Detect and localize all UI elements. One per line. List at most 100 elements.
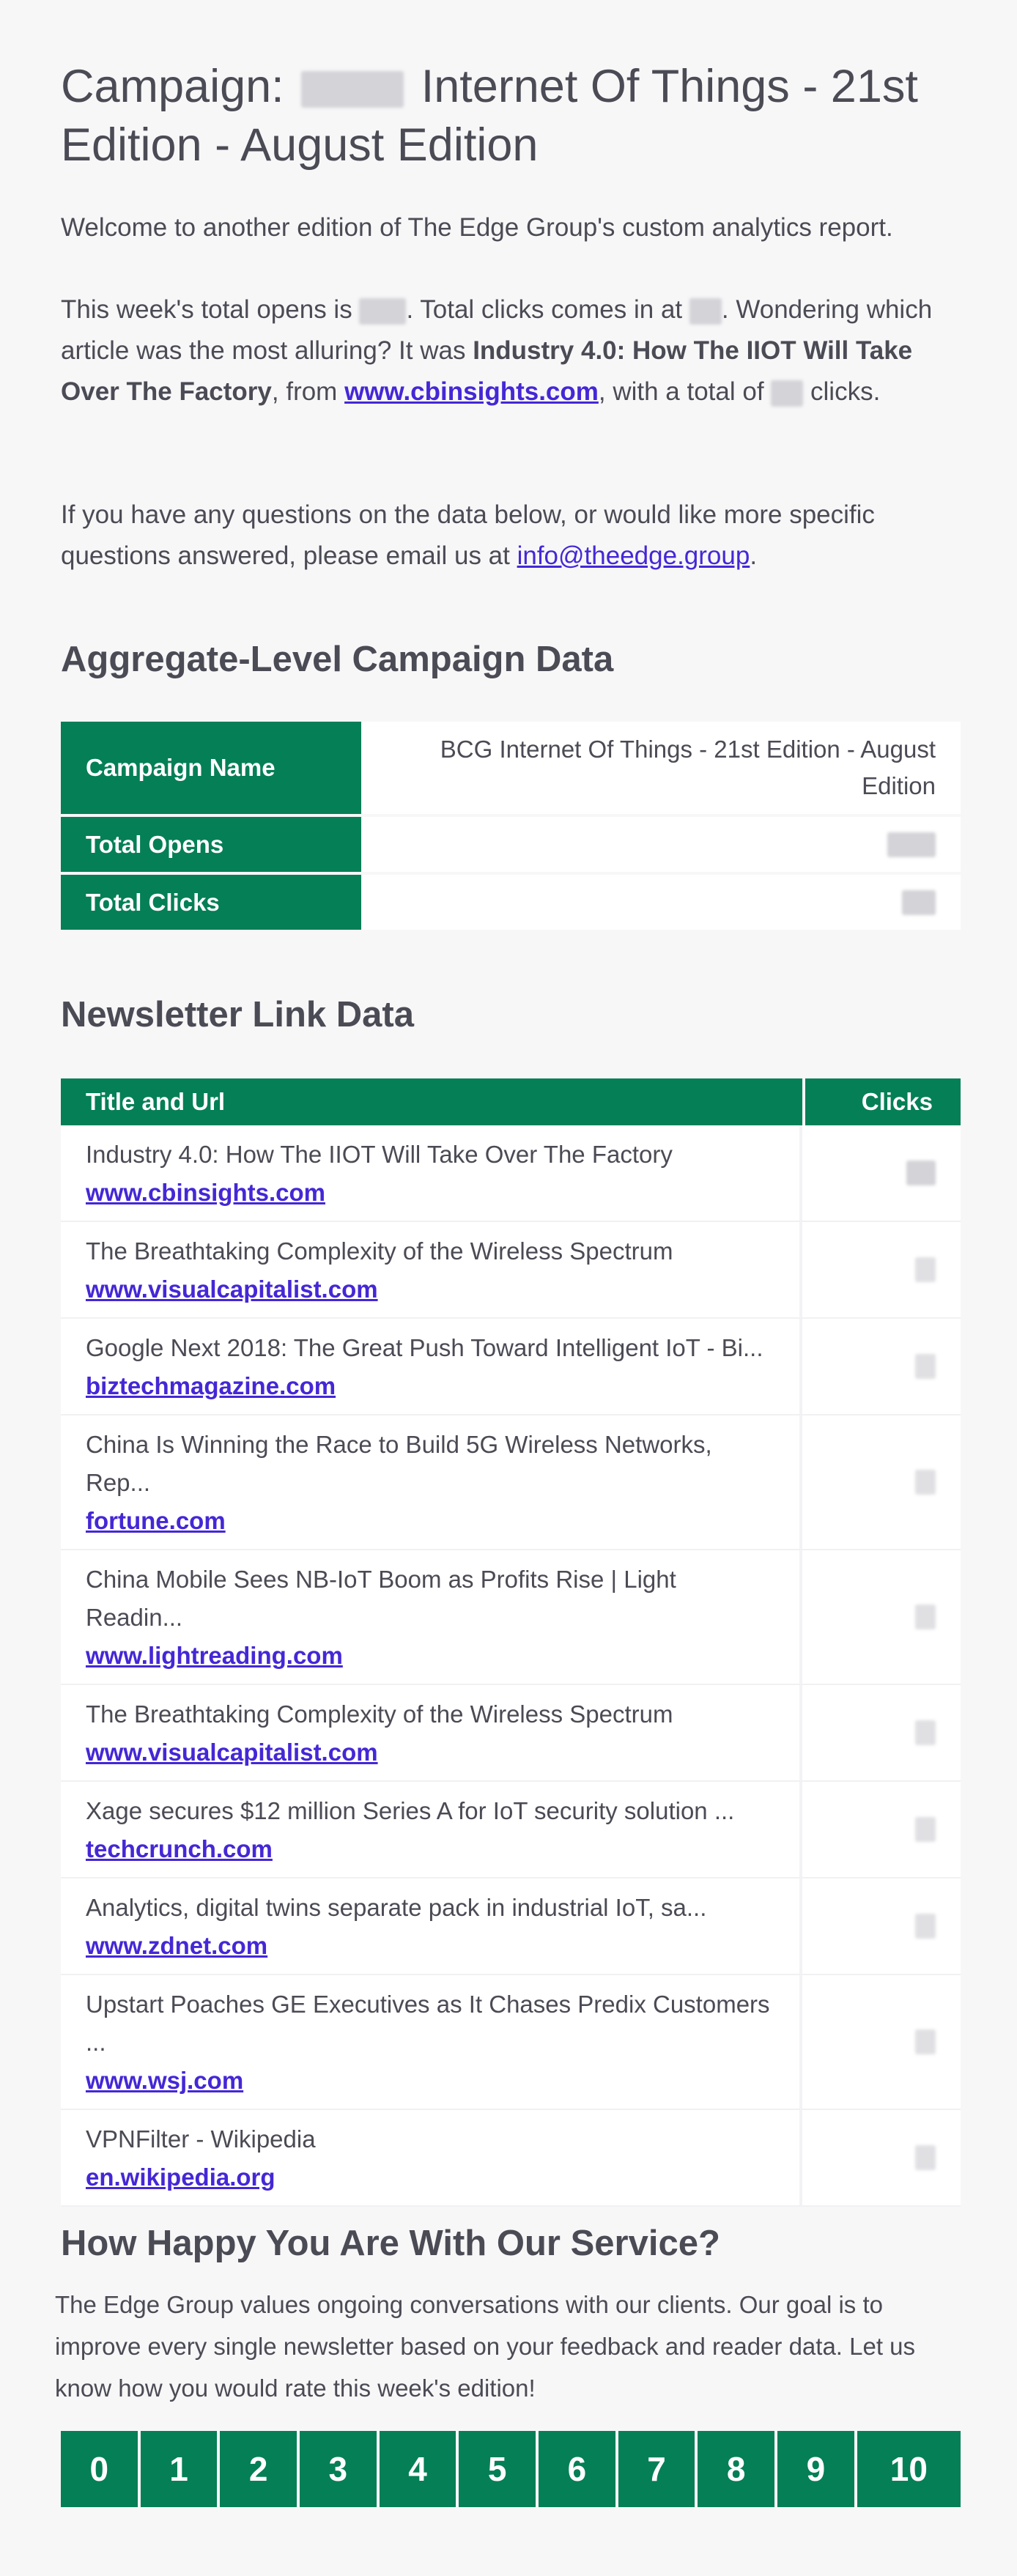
article-link[interactable]: www.cbinsights.com (86, 1174, 774, 1212)
rating-button-5[interactable]: 5 (459, 2431, 536, 2507)
redacted-total-opens (359, 297, 407, 325)
rating-button-10[interactable]: 10 (857, 2431, 961, 2507)
article-link[interactable]: www.visualcapitalist.com (86, 1733, 774, 1772)
article-title: Upstart Poaches GE Executives as It Chas… (86, 1991, 770, 2056)
link-title-cell: Analytics, digital twins separate pack i… (61, 1879, 802, 1974)
clicks-prefix: . Total clicks comes in at (406, 295, 683, 324)
table-row: China Mobile Sees NB-IoT Boom as Profits… (61, 1550, 961, 1685)
clicks-cell (802, 1415, 961, 1549)
redacted-total-opens-value (887, 832, 936, 857)
from-text: , from (271, 377, 338, 406)
article-title: The Breathtaking Complexity of the Wirel… (86, 1237, 673, 1265)
redacted-clicks-value (915, 1470, 936, 1495)
article-link[interactable]: fortune.com (86, 1502, 774, 1540)
aggregate-label: Total Opens (61, 817, 361, 872)
rating-button-6[interactable]: 6 (539, 2431, 615, 2507)
redacted-clicks-value (906, 1161, 936, 1185)
clicks-cell (802, 1685, 961, 1780)
article-title: The Breathtaking Complexity of the Wirel… (86, 1700, 673, 1728)
link-title-cell: Upstart Poaches GE Executives as It Chas… (61, 1975, 802, 2109)
rating-button-4[interactable]: 4 (379, 2431, 456, 2507)
aggregate-value: BCG Internet Of Things - 21st Edition - … (361, 722, 961, 814)
aggregate-value (361, 817, 961, 872)
aggregate-row-total-opens: Total Opens (61, 817, 961, 872)
link-title-cell: The Breathtaking Complexity of the Wirel… (61, 1685, 802, 1780)
article-link[interactable]: en.wikipedia.org (86, 2158, 774, 2196)
column-header-title-url: Title and Url (61, 1078, 802, 1125)
redacted-clicks-value (915, 1605, 936, 1629)
article-title: Google Next 2018: The Great Push Toward … (86, 1334, 763, 1361)
rating-heading: How Happy You Are With Our Service? (61, 2224, 720, 2263)
clicks-cell (802, 1975, 961, 2109)
article-title: Xage secures $12 million Series A for Io… (86, 1797, 735, 1824)
link-data-table: Title and Url Clicks Industry 4.0: How T… (61, 1078, 961, 2207)
aggregate-label: Campaign Name (61, 722, 361, 814)
link-title-cell: China Mobile Sees NB-IoT Boom as Profits… (61, 1550, 802, 1684)
rating-button-3[interactable]: 3 (300, 2431, 377, 2507)
rating-button-8[interactable]: 8 (698, 2431, 775, 2507)
rating-button-7[interactable]: 7 (618, 2431, 695, 2507)
article-title: Analytics, digital twins separate pack i… (86, 1894, 707, 1921)
table-header: Title and Url Clicks (61, 1078, 961, 1125)
top-article-link[interactable]: www.cbinsights.com (344, 377, 599, 406)
table-row: The Breathtaking Complexity of the Wirel… (61, 1222, 961, 1319)
article-link[interactable]: techcrunch.com (86, 1830, 774, 1868)
contact-paragraph: If you have any questions on the data be… (61, 495, 961, 577)
article-link[interactable]: biztechmagazine.com (86, 1367, 774, 1405)
table-row: Xage secures $12 million Series A for Io… (61, 1782, 961, 1879)
article-link[interactable]: www.zdnet.com (86, 1927, 774, 1965)
redacted-clicks-value (915, 1817, 936, 1842)
redacted-clicks-value (915, 2145, 936, 2170)
table-row: Industry 4.0: How The IIOT Will Take Ove… (61, 1125, 961, 1222)
link-data-heading: Newsletter Link Data (61, 995, 414, 1035)
link-title-cell: China Is Winning the Race to Build 5G Wi… (61, 1415, 802, 1549)
redacted-client-name (301, 71, 404, 108)
redacted-top-clicks (771, 380, 804, 407)
clicks-cell (802, 1782, 961, 1877)
table-row: Upstart Poaches GE Executives as It Chas… (61, 1975, 961, 2110)
rating-button-2[interactable]: 2 (220, 2431, 297, 2507)
column-header-clicks: Clicks (805, 1078, 961, 1125)
rating-button-0[interactable]: 0 (61, 2431, 138, 2507)
article-link[interactable]: www.lightreading.com (86, 1637, 774, 1675)
link-title-cell: VPNFilter - Wikipedia en.wikipedia.org (61, 2110, 802, 2205)
article-link[interactable]: www.wsj.com (86, 2062, 774, 2100)
table-row: VPNFilter - Wikipedia en.wikipedia.org (61, 2110, 961, 2207)
summary-paragraph: This week's total opens is . Total click… (61, 289, 961, 412)
clicks-cell (802, 1319, 961, 1414)
aggregate-row-total-clicks: Total Clicks (61, 875, 961, 930)
link-title-cell: Google Next 2018: The Great Push Toward … (61, 1319, 802, 1414)
clicks-cell (802, 1222, 961, 1317)
total-of-text: , with a total of (598, 377, 764, 406)
welcome-text: Welcome to another edition of The Edge G… (61, 213, 893, 242)
rating-scale: 0 1 2 3 4 5 6 7 8 9 10 (61, 2431, 961, 2507)
page-title: Campaign: Internet Of Things - 21st Edit… (61, 57, 961, 174)
redacted-total-clicks-value (902, 889, 936, 915)
link-title-cell: Industry 4.0: How The IIOT Will Take Ove… (61, 1125, 802, 1221)
aggregate-label: Total Clicks (61, 875, 361, 930)
rating-description: The Edge Group values ongoing conversati… (55, 2291, 916, 2402)
clicks-suffix: clicks. (810, 377, 881, 406)
contact-email-link[interactable]: info@theedge.group (517, 541, 750, 570)
redacted-clicks-value (915, 1257, 936, 1282)
clicks-cell (802, 2110, 961, 2205)
link-title-cell: Xage secures $12 million Series A for Io… (61, 1782, 802, 1877)
redacted-clicks-value (915, 1720, 936, 1745)
article-link[interactable]: www.visualcapitalist.com (86, 1270, 774, 1309)
article-title: China Is Winning the Race to Build 5G Wi… (86, 1431, 712, 1496)
redacted-clicks-value (915, 2029, 936, 2054)
aggregate-table: Campaign Name BCG Internet Of Things - 2… (61, 722, 961, 933)
aggregate-heading: Aggregate-Level Campaign Data (61, 640, 614, 679)
redacted-total-clicks (689, 297, 722, 325)
table-row: The Breathtaking Complexity of the Wirel… (61, 1685, 961, 1782)
article-title: Industry 4.0: How The IIOT Will Take Ove… (86, 1141, 673, 1168)
aggregate-row-campaign-name: Campaign Name BCG Internet Of Things - 2… (61, 722, 961, 814)
table-row: China Is Winning the Race to Build 5G Wi… (61, 1415, 961, 1550)
rating-button-1[interactable]: 1 (140, 2431, 218, 2507)
article-title: China Mobile Sees NB-IoT Boom as Profits… (86, 1566, 676, 1631)
rating-button-9[interactable]: 9 (777, 2431, 854, 2507)
link-title-cell: The Breathtaking Complexity of the Wirel… (61, 1222, 802, 1317)
opens-prefix: This week's total opens is (61, 295, 352, 324)
table-row: Google Next 2018: The Great Push Toward … (61, 1319, 961, 1415)
clicks-cell (802, 1125, 961, 1221)
